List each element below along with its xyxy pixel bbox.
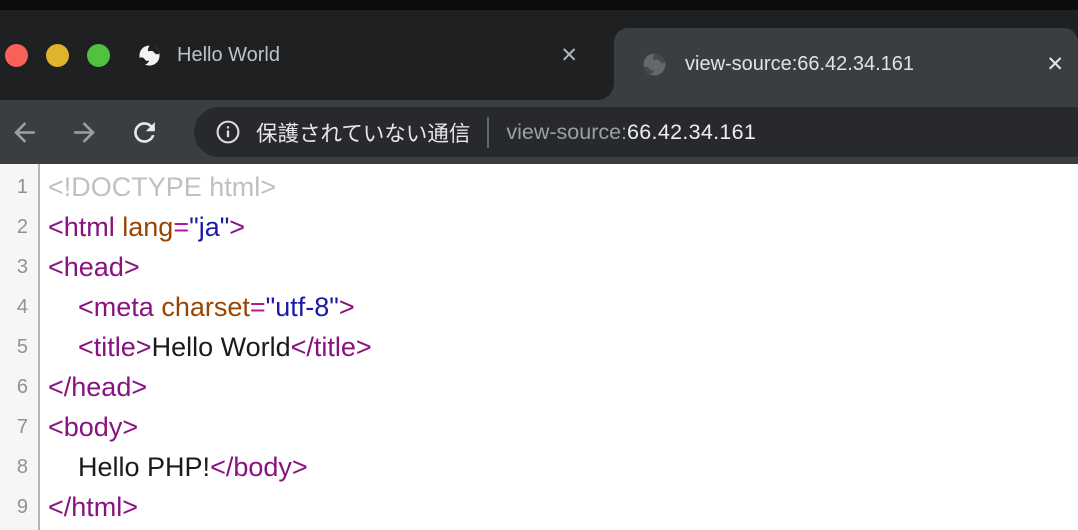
code-segment-tag: > bbox=[339, 292, 355, 322]
code-segment-val: "utf-8" bbox=[266, 292, 339, 322]
minimize-window-button[interactable] bbox=[46, 44, 69, 67]
code-segment-tag: <meta bbox=[78, 292, 161, 322]
code-line: <html lang="ja"> bbox=[48, 207, 1078, 247]
code-segment-attr: lang bbox=[122, 212, 173, 242]
fullscreen-window-button[interactable] bbox=[87, 44, 110, 67]
window-controls bbox=[0, 10, 122, 100]
code-line: <body> bbox=[48, 407, 1078, 447]
line-number: 2 bbox=[0, 207, 38, 247]
globe-favicon-icon bbox=[138, 44, 161, 67]
window-frame-top bbox=[0, 0, 1078, 10]
code-segment-plain bbox=[48, 292, 78, 322]
code-segment-tag: </body> bbox=[210, 452, 308, 482]
line-number: 9 bbox=[0, 487, 38, 527]
line-number: 6 bbox=[0, 367, 38, 407]
code-segment-plain bbox=[48, 332, 78, 362]
tab-hello-world[interactable]: Hello World ✕ bbox=[122, 10, 614, 100]
view-source-content: 123456789 <!DOCTYPE html><html lang="ja"… bbox=[0, 164, 1078, 530]
code-segment-tag: </html> bbox=[48, 492, 138, 522]
browser-window: Hello World ✕ view-source:66.42.34.161 ✕ bbox=[0, 0, 1078, 530]
tab-close-icon[interactable]: ✕ bbox=[560, 45, 578, 66]
code-segment-tag: > bbox=[229, 212, 245, 242]
tab-title: Hello World bbox=[177, 44, 560, 67]
security-status-label: 保護されていない通信 bbox=[256, 117, 470, 148]
code-segment-val: "ja" bbox=[189, 212, 229, 242]
code-segment-tag: <head> bbox=[48, 252, 140, 282]
line-number: 7 bbox=[0, 407, 38, 447]
code-segment-tag: <body> bbox=[48, 412, 138, 442]
line-number: 1 bbox=[0, 167, 38, 207]
code-segment-tag: </head> bbox=[48, 372, 147, 402]
code-line: <title>Hello World</title> bbox=[48, 327, 1078, 367]
reload-icon bbox=[129, 117, 160, 148]
code-segment-eq: = bbox=[173, 212, 189, 242]
code-line: Hello PHP!</body> bbox=[48, 447, 1078, 487]
line-number: 3 bbox=[0, 247, 38, 287]
code-line: <meta charset="utf-8"> bbox=[48, 287, 1078, 327]
forward-button[interactable] bbox=[62, 110, 106, 154]
address-bar[interactable]: 保護されていない通信 view-source: 66.42.34.161 bbox=[194, 107, 1078, 157]
line-number: 4 bbox=[0, 287, 38, 327]
url-scheme-text: view-source: bbox=[506, 120, 627, 145]
address-bar-separator bbox=[487, 117, 489, 148]
code-segment-attr: charset bbox=[161, 292, 250, 322]
reload-button[interactable] bbox=[122, 110, 166, 154]
source-code: <!DOCTYPE html><html lang="ja"><head> <m… bbox=[40, 164, 1078, 530]
info-icon[interactable] bbox=[215, 119, 241, 145]
tab-title: view-source:66.42.34.161 bbox=[685, 53, 1046, 76]
code-segment-eq: = bbox=[250, 292, 266, 322]
globe-favicon-icon bbox=[642, 52, 667, 77]
tab-view-source[interactable]: view-source:66.42.34.161 ✕ bbox=[614, 28, 1078, 100]
forward-arrow-icon bbox=[69, 117, 100, 148]
code-segment-plain: Hello World bbox=[152, 332, 291, 362]
line-number: 8 bbox=[0, 447, 38, 487]
code-segment-plain: Hello PHP! bbox=[48, 452, 210, 482]
back-button[interactable] bbox=[2, 110, 46, 154]
line-number-gutter: 123456789 bbox=[0, 164, 40, 530]
tab-strip: Hello World ✕ view-source:66.42.34.161 ✕ bbox=[0, 10, 1078, 100]
code-segment-tag: <html bbox=[48, 212, 122, 242]
code-line: <head> bbox=[48, 247, 1078, 287]
code-segment-tag: </title> bbox=[291, 332, 372, 362]
close-window-button[interactable] bbox=[5, 44, 28, 67]
code-line: <!DOCTYPE html> bbox=[48, 167, 1078, 207]
back-arrow-icon bbox=[9, 117, 40, 148]
code-line: </html> bbox=[48, 487, 1078, 527]
navigation-toolbar: 保護されていない通信 view-source: 66.42.34.161 bbox=[0, 100, 1078, 164]
code-segment-doctype: <!DOCTYPE html> bbox=[48, 172, 276, 202]
line-number: 5 bbox=[0, 327, 38, 367]
code-segment-tag: <title> bbox=[78, 332, 152, 362]
url-host-text: 66.42.34.161 bbox=[627, 120, 756, 145]
tab-close-icon[interactable]: ✕ bbox=[1046, 54, 1064, 75]
code-line: </head> bbox=[48, 367, 1078, 407]
